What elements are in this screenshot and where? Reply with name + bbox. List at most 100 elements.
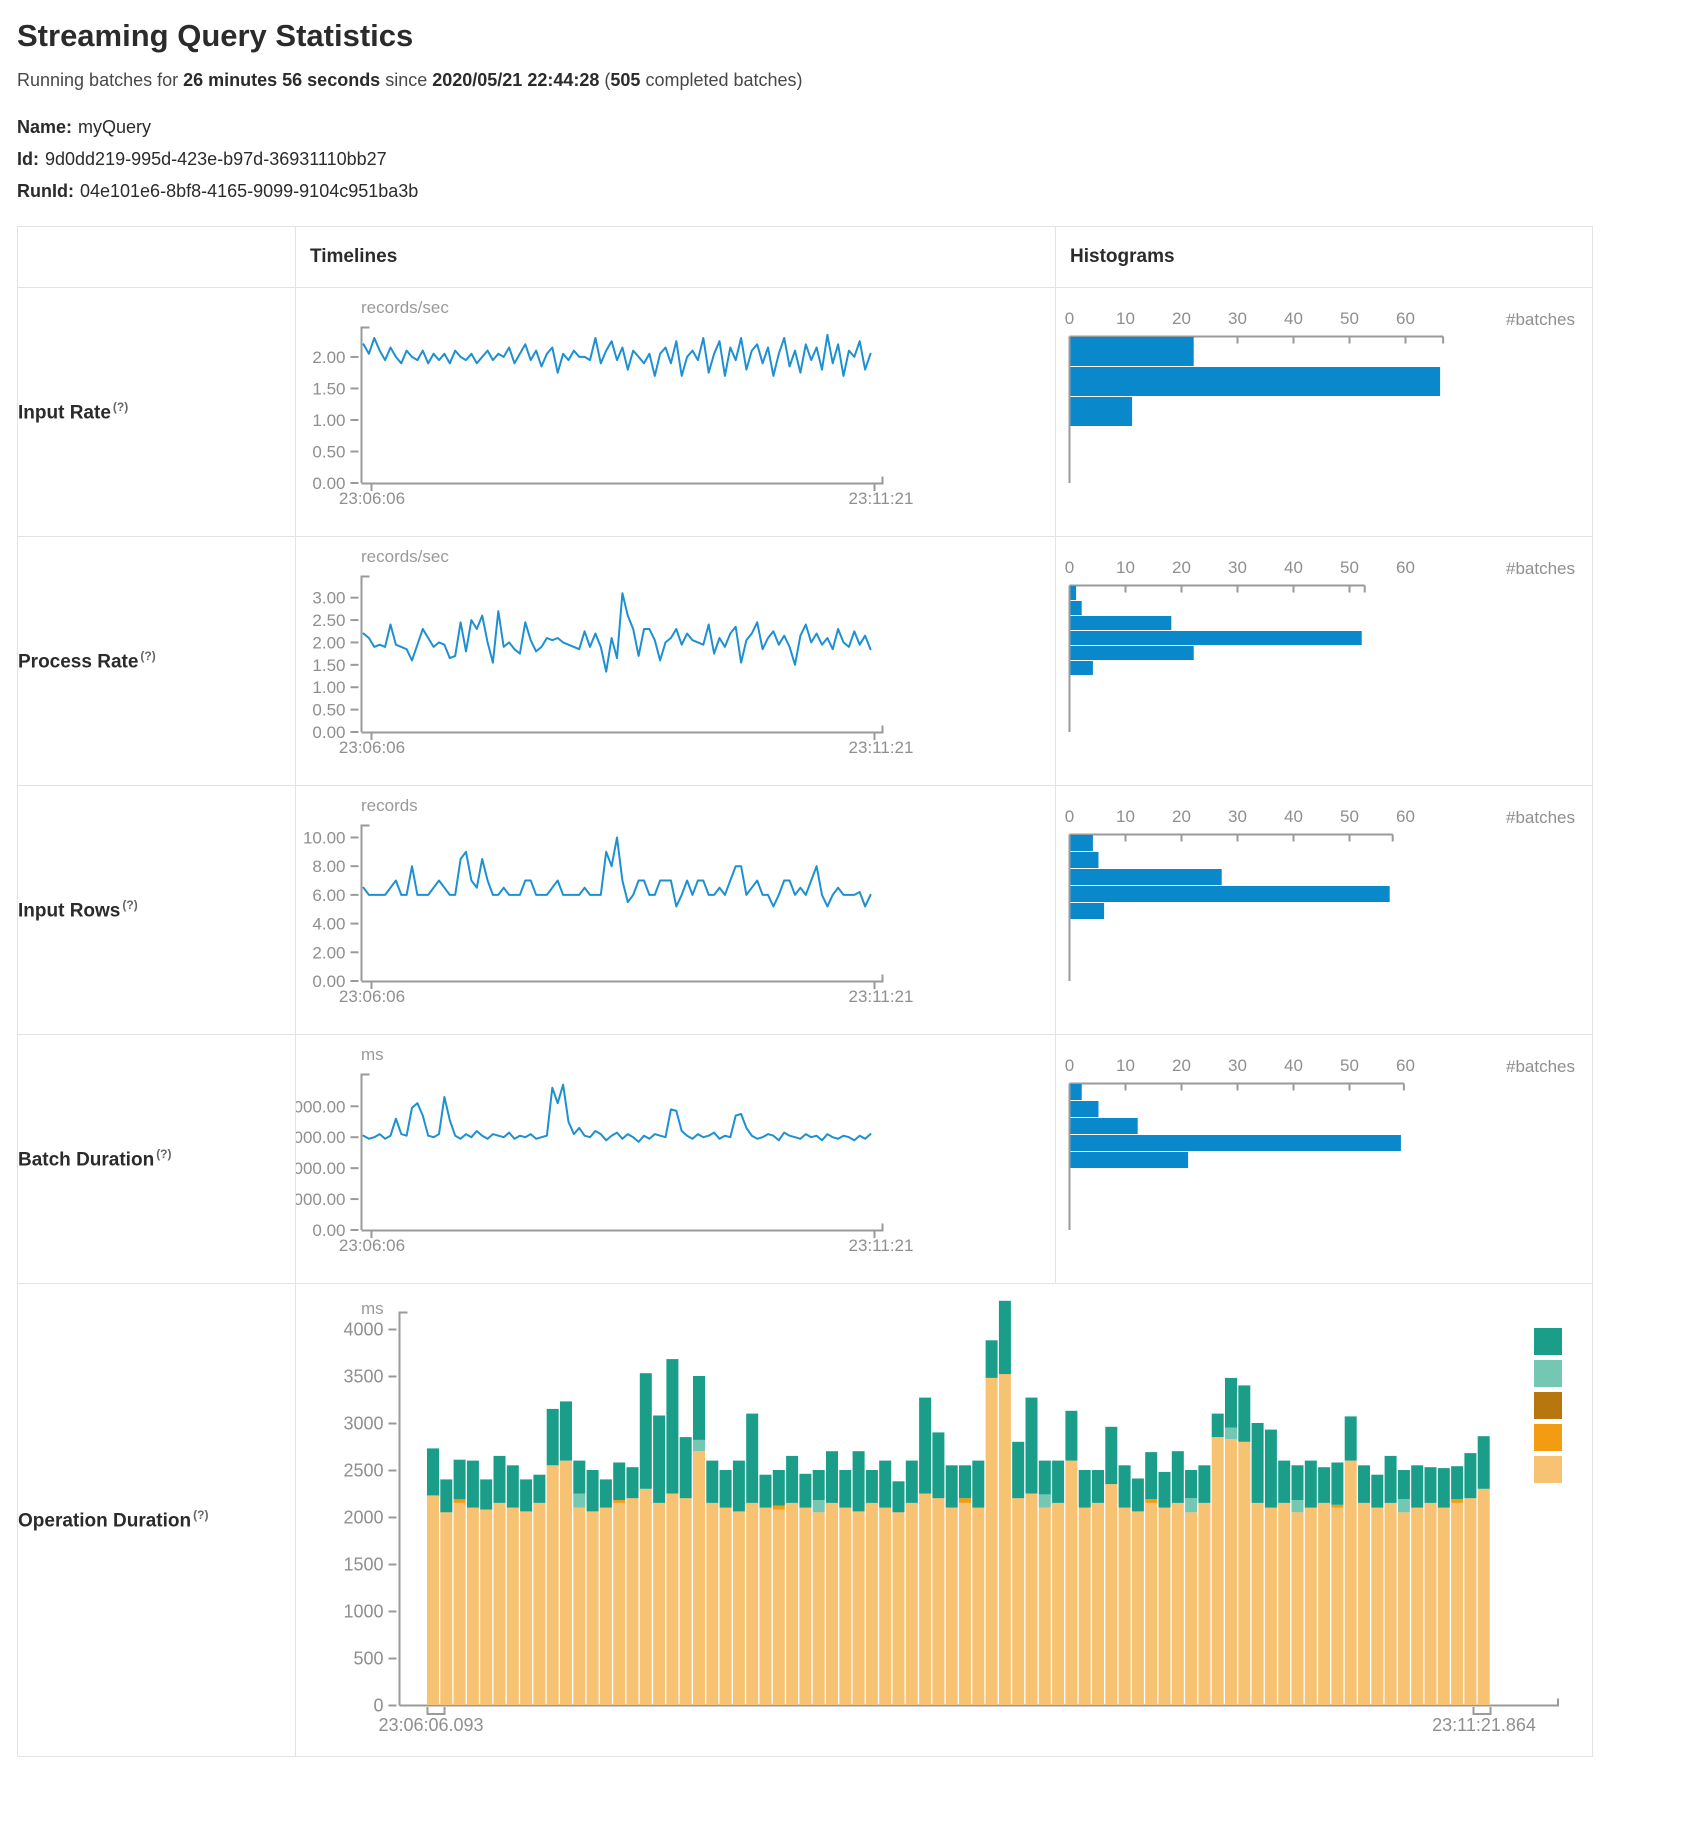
svg-text:4,000.00: 4,000.00 (296, 1097, 346, 1116)
svg-text:6.00: 6.00 (312, 886, 345, 905)
svg-text:1.50: 1.50 (312, 379, 345, 398)
batch-duration-label-cell: Batch Duration(?) (18, 1035, 296, 1284)
svg-text:50: 50 (1340, 1056, 1359, 1075)
operation-duration-label: Operation Duration (18, 1510, 191, 1531)
query-name-line: Name:myQuery (17, 117, 1693, 138)
svg-text:2000: 2000 (343, 1507, 383, 1527)
svg-text:30: 30 (1228, 807, 1247, 826)
svg-text:30: 30 (1228, 309, 1247, 328)
input-rate-histogram-chart: #batches 0102030405060 (1056, 288, 1591, 536)
table-header-row: Timelines Histograms (18, 227, 1593, 288)
svg-text:1.00: 1.00 (312, 678, 345, 697)
svg-text:10: 10 (1116, 1056, 1135, 1075)
svg-text:4.00: 4.00 (312, 915, 345, 934)
operation-duration-chart-cell: ms 23:06:06.093 23:11:21.864 05001000150… (296, 1284, 1593, 1757)
svg-text:1000: 1000 (343, 1601, 383, 1621)
svg-text:10: 10 (1116, 807, 1135, 826)
query-name-value: myQuery (78, 117, 151, 137)
svg-text:2500: 2500 (343, 1460, 383, 1480)
svg-text:500: 500 (353, 1648, 383, 1668)
input-rows-help-link[interactable]: (?) (122, 898, 137, 912)
svg-text:40: 40 (1284, 1056, 1303, 1075)
svg-text:2.00: 2.00 (312, 633, 345, 652)
running-duration: 26 minutes 56 seconds (183, 70, 380, 90)
batch-duration-row: Batch Duration(?) ms 23:06:06 23:11:21 0… (18, 1035, 1593, 1284)
query-runid-value: 04e101e6-8bf8-4165-9099-9104c951ba3b (80, 181, 418, 201)
process-rate-timeline-cell: records/sec 23:06:06 23:11:21 0.000.501.… (296, 537, 1056, 786)
batch-duration-histogram-chart: #batches 0102030405060 (1056, 1035, 1591, 1283)
svg-text:1500: 1500 (343, 1554, 383, 1574)
svg-text:20: 20 (1172, 1056, 1191, 1075)
subtitle-open-paren: ( (599, 70, 610, 90)
operation-duration-stacked-chart: ms 23:06:06.093 23:11:21.864 05001000150… (296, 1285, 1592, 1756)
input-rate-label-cell: Input Rate(?) (18, 288, 296, 537)
svg-text:50: 50 (1340, 309, 1359, 328)
svg-text:0: 0 (1065, 807, 1074, 826)
input-rate-timeline-cell: records/sec 23:06:06 23:11:21 0.000.501.… (296, 288, 1056, 537)
operation-duration-row: Operation Duration(?) ms 23:06:06.093 23… (18, 1284, 1593, 1757)
completed-batch-count: 505 (610, 70, 640, 90)
query-id-value: 9d0dd219-995d-423e-b97d-36931110bb27 (45, 149, 387, 169)
input-rate-timeline-chart: records/sec 23:06:06 23:11:21 0.000.501.… (296, 288, 1054, 536)
batch-duration-timeline-cell: ms 23:06:06 23:11:21 0.001,000.002,000.0… (296, 1035, 1056, 1284)
svg-text:20: 20 (1172, 558, 1191, 577)
query-runid-label: RunId: (17, 181, 74, 201)
svg-text:40: 40 (1284, 807, 1303, 826)
header-timelines: Timelines (296, 227, 1056, 288)
svg-text:0.00: 0.00 (312, 723, 345, 742)
statistics-table: Timelines Histograms Input Rate(?) recor… (17, 226, 1593, 1757)
operation-duration-label-cell: Operation Duration(?) (18, 1284, 296, 1757)
svg-text:20: 20 (1172, 309, 1191, 328)
svg-text:0.50: 0.50 (312, 701, 345, 720)
query-runid-line: RunId: 04e101e6-8bf8-4165-9099-9104c951ba… (17, 181, 1693, 202)
svg-text:3000: 3000 (343, 1413, 383, 1433)
query-metadata: Name:myQuery Id: 9d0dd219-995d-423e-b97d-… (17, 117, 1693, 202)
subtitle-mid: since (380, 70, 432, 90)
input-rows-histogram-chart: #batches 0102030405060 (1056, 786, 1591, 1034)
process-rate-timeline-chart: records/sec 23:06:06 23:11:21 0.000.501.… (296, 537, 1054, 785)
svg-text:2.00: 2.00 (312, 348, 345, 367)
input-rate-help-link[interactable]: (?) (113, 400, 128, 414)
svg-text:0.00: 0.00 (312, 972, 345, 991)
input-rows-label: Input Rows (18, 900, 120, 921)
process-rate-help-link[interactable]: (?) (140, 649, 155, 663)
svg-text:3,000.00: 3,000.00 (296, 1128, 346, 1147)
svg-text:60: 60 (1396, 1056, 1415, 1075)
svg-text:60: 60 (1396, 558, 1415, 577)
svg-text:0: 0 (1065, 309, 1074, 328)
svg-text:2,000.00: 2,000.00 (296, 1159, 346, 1178)
input-rows-row: Input Rows(?) records 23:06:06 23:11:21 … (18, 786, 1593, 1035)
svg-text:1.50: 1.50 (312, 656, 345, 675)
input-rows-timeline-cell: records 23:06:06 23:11:21 0.002.004.006.… (296, 786, 1056, 1035)
header-histograms: Histograms (1056, 227, 1593, 288)
input-rows-label-cell: Input Rows(?) (18, 786, 296, 1035)
svg-text:3.00: 3.00 (312, 589, 345, 608)
input-rows-timeline-chart: records 23:06:06 23:11:21 0.002.004.006.… (296, 786, 1054, 1034)
input-rate-label: Input Rate (18, 402, 111, 423)
query-id-line: Id: 9d0dd219-995d-423e-b97d-36931110bb27 (17, 149, 1693, 170)
svg-text:3500: 3500 (343, 1366, 383, 1386)
process-rate-label: Process Rate (18, 651, 138, 672)
process-rate-row: Process Rate(?) records/sec 23:06:06 23:… (18, 537, 1593, 786)
header-empty-cell (18, 227, 296, 288)
query-id-label: Id: (17, 149, 39, 169)
svg-text:40: 40 (1284, 309, 1303, 328)
svg-text:2.50: 2.50 (312, 611, 345, 630)
process-rate-label-cell: Process Rate(?) (18, 537, 296, 786)
process-rate-histogram-cell: #batches 0102030405060 (1056, 537, 1593, 786)
svg-text:60: 60 (1396, 309, 1415, 328)
svg-text:0: 0 (1065, 558, 1074, 577)
svg-text:1.00: 1.00 (312, 411, 345, 430)
svg-text:8.00: 8.00 (312, 857, 345, 876)
batch-duration-histogram-cell: #batches 0102030405060 (1056, 1035, 1593, 1284)
running-batches-summary: Running batches for 26 minutes 56 second… (17, 70, 1693, 91)
svg-text:0.00: 0.00 (312, 474, 345, 493)
operation-duration-help-link[interactable]: (?) (193, 1508, 208, 1522)
svg-text:10: 10 (1116, 558, 1135, 577)
process-rate-histogram-chart: #batches 0102030405060 (1056, 537, 1591, 785)
batch-duration-help-link[interactable]: (?) (156, 1147, 171, 1161)
batch-duration-label: Batch Duration (18, 1149, 154, 1170)
svg-text:10.00: 10.00 (303, 828, 346, 847)
input-rate-row: Input Rate(?) records/sec 23:06:06 23:11… (18, 288, 1593, 537)
start-timestamp: 2020/05/21 22:44:28 (432, 70, 599, 90)
